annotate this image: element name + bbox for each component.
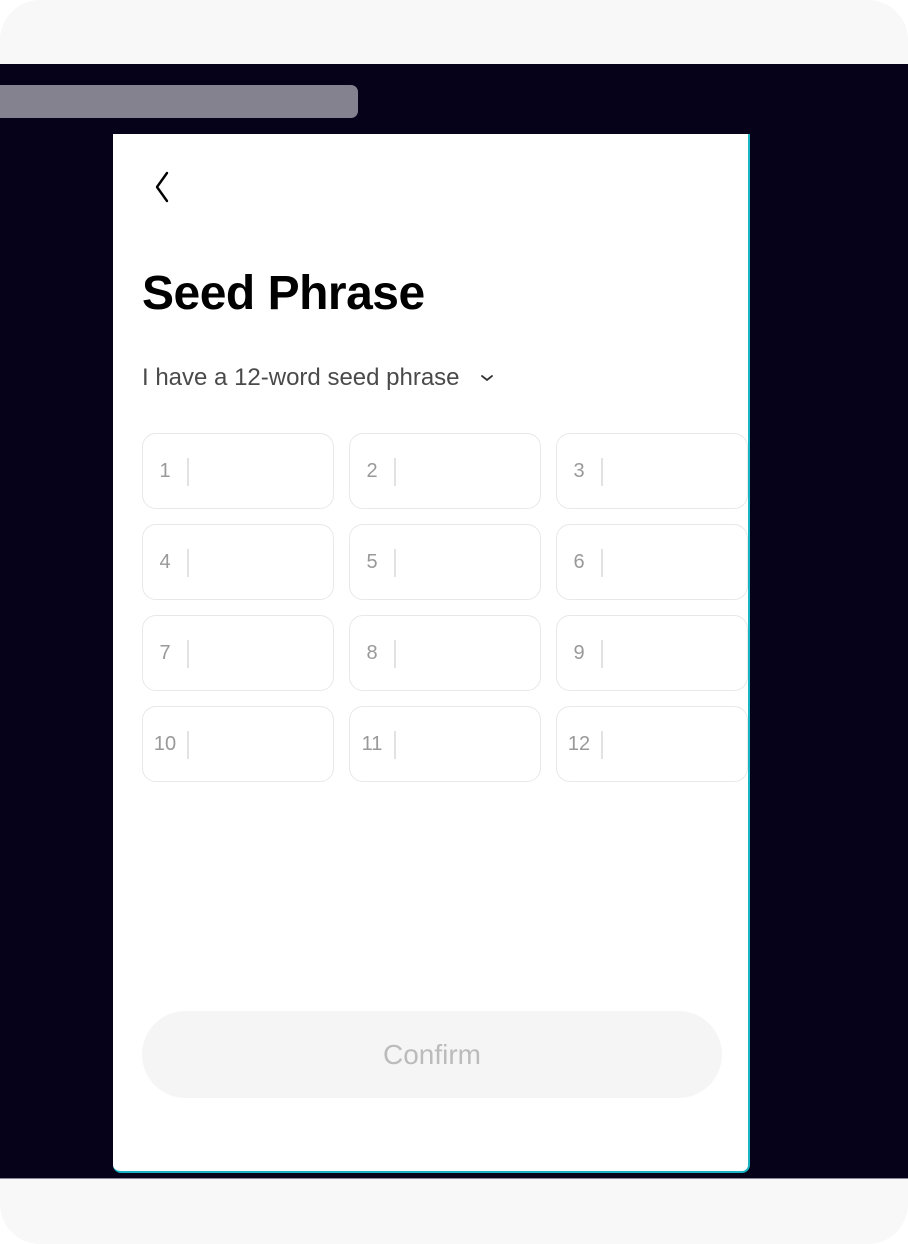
word-index-label: 11 <box>361 733 383 755</box>
word-index-label: 9 <box>573 642 585 664</box>
seed-word-input[interactable]: 12 <box>556 706 748 782</box>
text-cursor <box>187 731 189 759</box>
word-index-label: 8 <box>366 642 378 664</box>
page-title: Seed Phrase <box>142 267 425 320</box>
seed-word-input[interactable]: 10 <box>142 706 334 782</box>
seed-phrase-panel: Seed Phrase I have a 12-word seed phrase… <box>113 134 750 1173</box>
seed-word-input[interactable]: 8 <box>349 615 541 691</box>
word-index-label: 10 <box>153 733 177 755</box>
text-cursor <box>394 731 396 759</box>
word-index-label: 1 <box>159 460 171 482</box>
text-cursor <box>394 549 396 577</box>
text-cursor <box>187 640 189 668</box>
text-cursor <box>187 549 189 577</box>
text-cursor <box>601 549 603 577</box>
text-cursor <box>394 640 396 668</box>
seed-word-input[interactable]: 9 <box>556 615 748 691</box>
phrase-length-dropdown[interactable]: I have a 12-word seed phrase <box>142 364 494 392</box>
word-index-label: 12 <box>567 733 591 755</box>
seed-word-input[interactable]: 2 <box>349 433 541 509</box>
text-cursor <box>601 731 603 759</box>
top-frame <box>0 0 908 64</box>
seed-word-input[interactable]: 6 <box>556 524 748 600</box>
text-cursor <box>394 458 396 486</box>
text-cursor <box>601 458 603 486</box>
chevron-down-icon <box>480 375 493 382</box>
word-index-label: 2 <box>366 460 378 482</box>
word-index-label: 3 <box>573 460 585 482</box>
chevron-left-icon <box>155 171 169 203</box>
seed-word-grid: 1 2 3 4 5 6 7 8 9 10 11 12 <box>142 433 748 782</box>
back-button[interactable] <box>151 170 175 204</box>
text-cursor <box>601 640 603 668</box>
word-index-label: 5 <box>366 551 378 573</box>
seed-word-input[interactable]: 3 <box>556 433 748 509</box>
progress-bar <box>0 85 358 118</box>
text-cursor <box>187 458 189 486</box>
seed-word-input[interactable]: 11 <box>349 706 541 782</box>
seed-word-input[interactable]: 5 <box>349 524 541 600</box>
seed-word-input[interactable]: 4 <box>142 524 334 600</box>
bottom-frame <box>0 1178 908 1244</box>
seed-word-input[interactable]: 1 <box>142 433 334 509</box>
seed-word-input[interactable]: 7 <box>142 615 334 691</box>
word-index-label: 6 <box>573 551 585 573</box>
confirm-button[interactable]: Confirm <box>142 1011 722 1098</box>
phrase-length-label: I have a 12-word seed phrase <box>142 364 460 391</box>
word-index-label: 7 <box>159 642 171 664</box>
word-index-label: 4 <box>159 551 171 573</box>
